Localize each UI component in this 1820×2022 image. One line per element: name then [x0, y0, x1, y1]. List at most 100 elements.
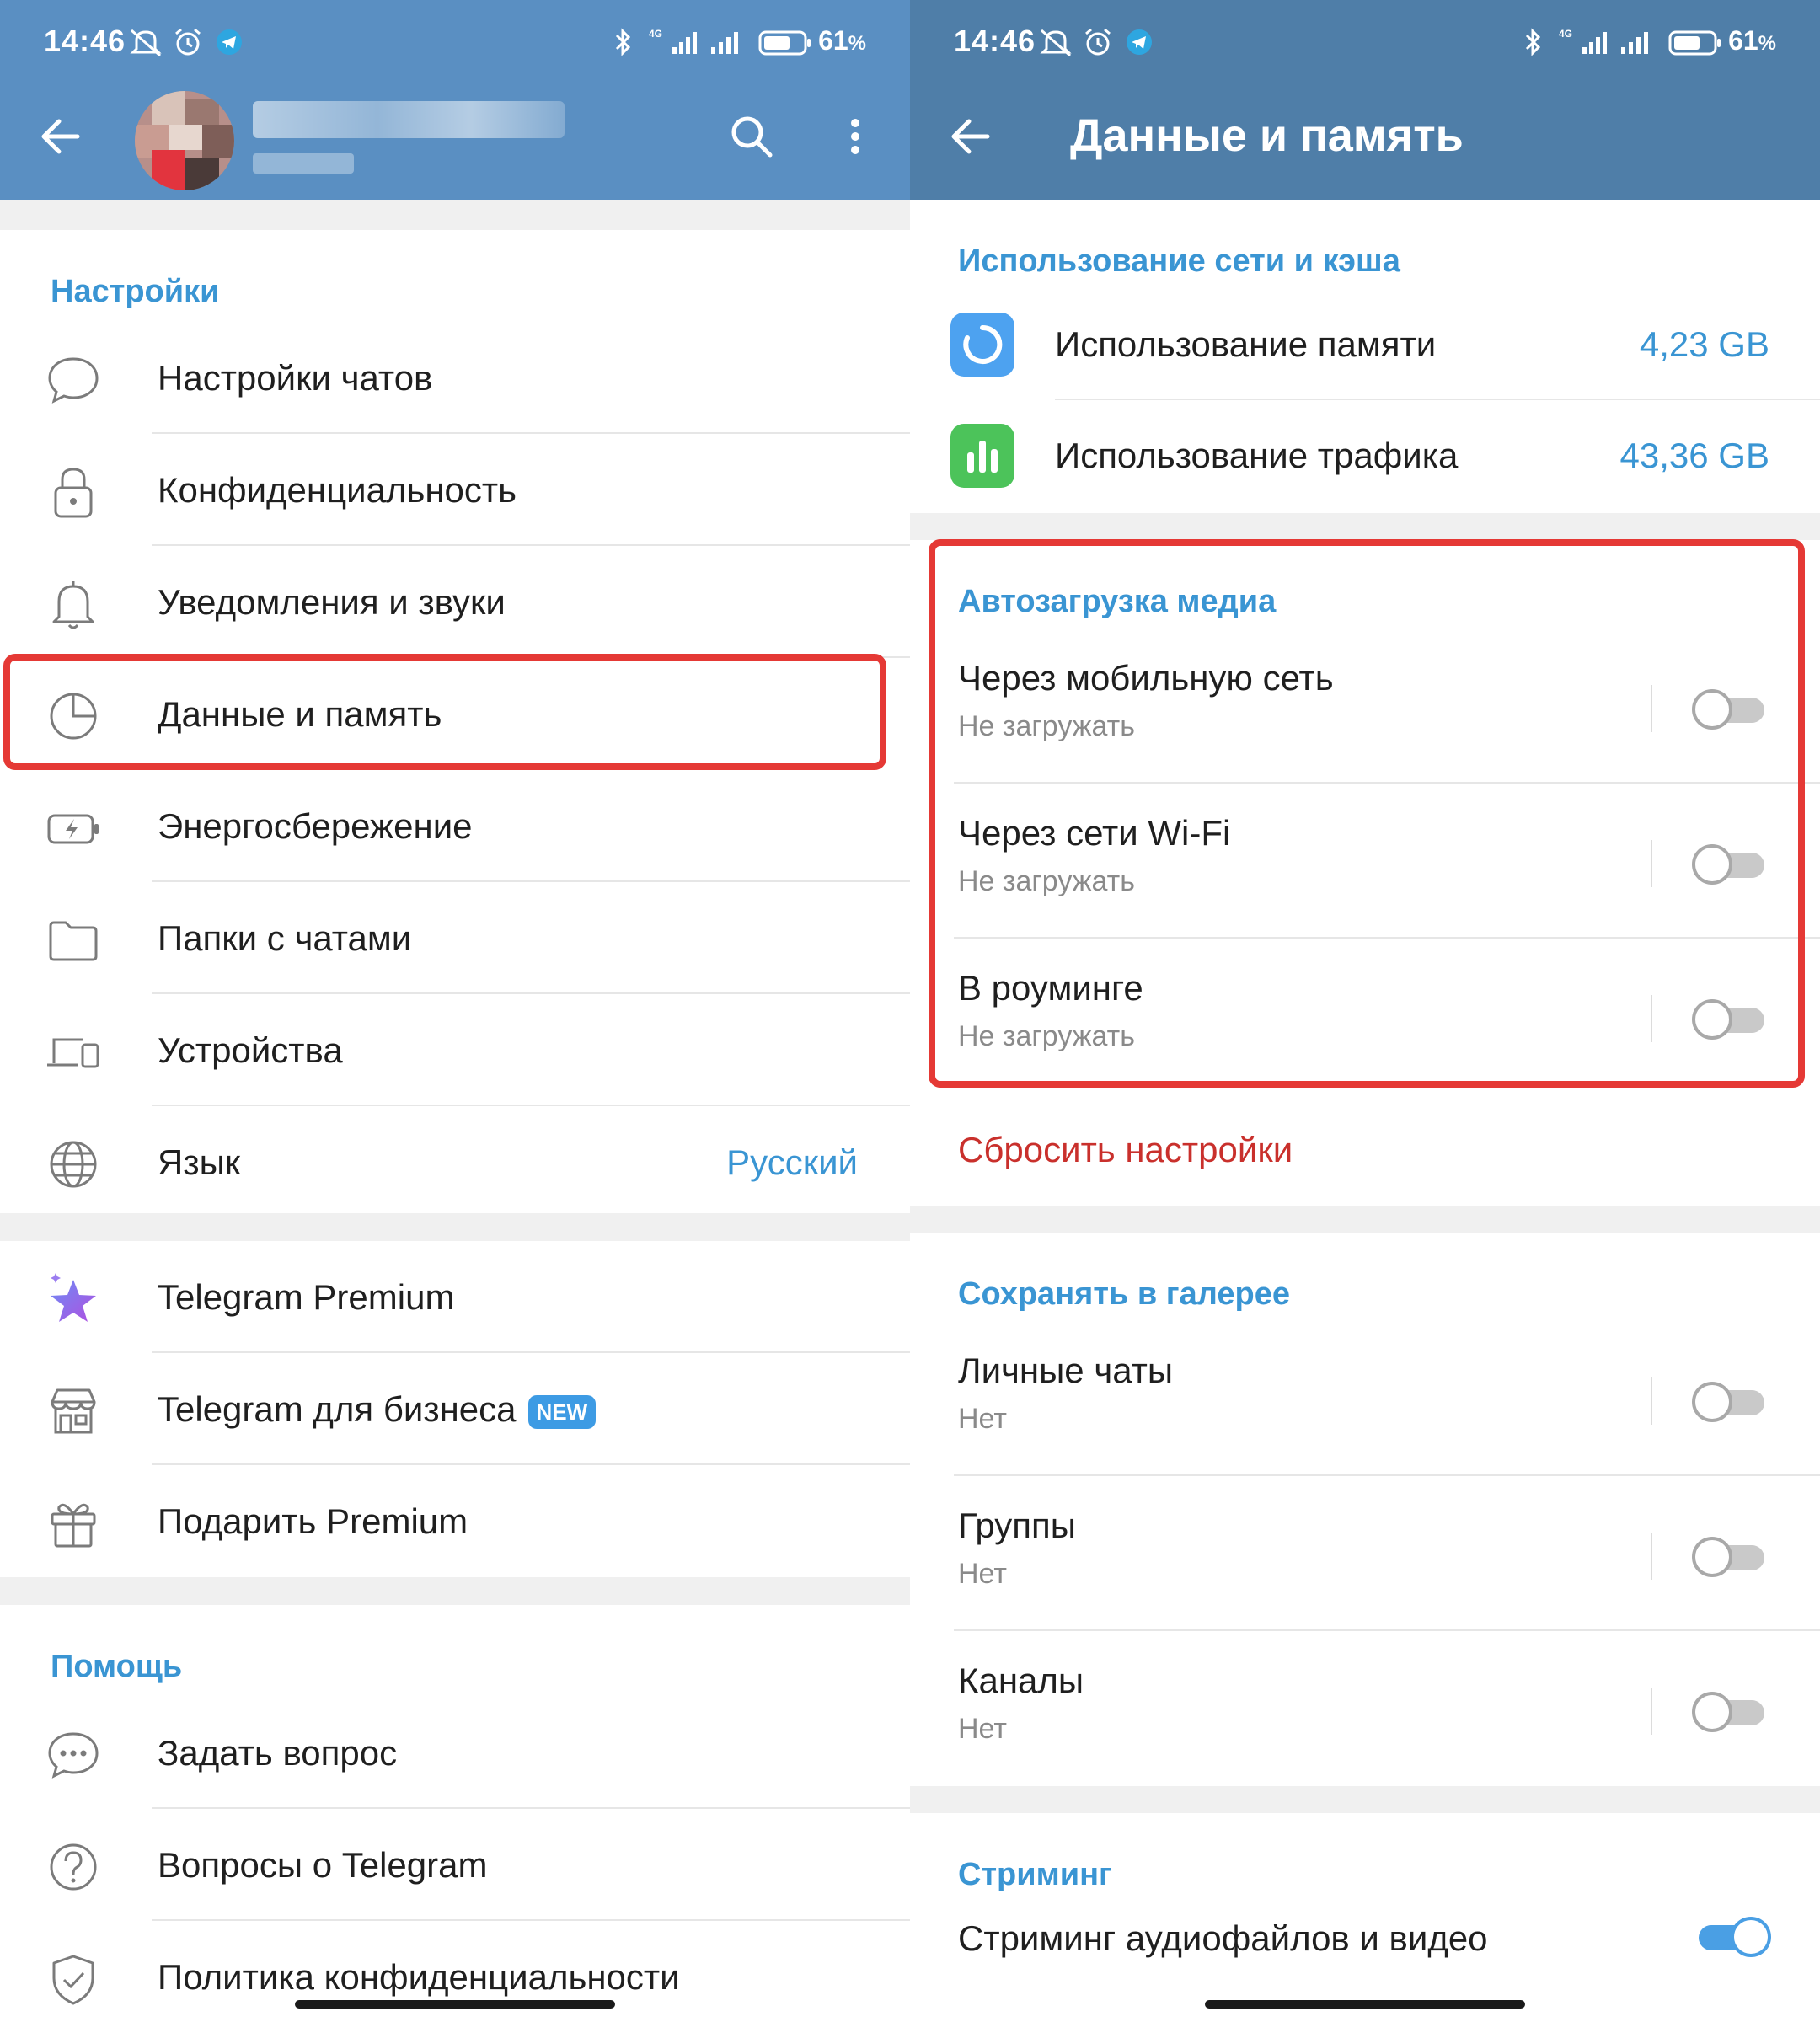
- gallery-channels-status: Нет: [958, 1713, 1007, 1745]
- signal-4g-icon: 4G: [649, 28, 697, 54]
- gallery-channels-label: Каналы: [958, 1661, 1084, 1700]
- new-badge: NEW: [527, 1394, 597, 1429]
- settings-item-telegram-premium[interactable]: Telegram Premium: [0, 1241, 910, 1353]
- chat-bubble-icon: [48, 357, 99, 404]
- section-title-network: Использование сети и кэша: [958, 243, 1400, 279]
- settings-item-label: Подарить Premium: [158, 1501, 468, 1541]
- battery-icon: [758, 30, 811, 56]
- gallery-private-row[interactable]: Личные чаты Нет: [910, 1321, 1820, 1476]
- battery-icon: [1668, 30, 1721, 56]
- settings-item-label: Telegram Premium: [158, 1277, 455, 1317]
- home-indicator[interactable]: [295, 2000, 615, 2009]
- premium-card: Telegram Premium Telegram для бизнеса NEW: [0, 1241, 910, 1577]
- bell-icon: [52, 581, 94, 629]
- settings-item-label: Уведомления и звуки: [158, 582, 506, 622]
- data-storage-header: 14:46 4G 61% Данные и память: [910, 0, 1820, 200]
- settings-item-chat[interactable]: Настройки чатов: [0, 322, 910, 434]
- gallery-channels-row[interactable]: Каналы Нет: [910, 1631, 1820, 1786]
- reset-settings-button[interactable]: Сбросить настройки: [958, 1130, 1293, 1170]
- gallery-groups-toggle[interactable]: [1692, 1537, 1769, 1577]
- signal-4g-icon: 4G: [1559, 28, 1607, 54]
- bluetooth-icon: [1525, 28, 1541, 56]
- section-title-gallery: Сохранять в галерее: [958, 1276, 1290, 1312]
- shield-check-icon: [52, 1955, 94, 2005]
- help-item-label: Вопросы о Telegram: [158, 1845, 488, 1885]
- dnd-off-icon: [1040, 29, 1072, 57]
- settings-item-privacy[interactable]: Конфиденциальность: [0, 434, 910, 546]
- telegram-icon: [1127, 29, 1152, 55]
- gallery-private-toggle[interactable]: [1692, 1382, 1769, 1422]
- battery-percent-sign: %: [848, 32, 866, 55]
- settings-item-label: Энергосбережение: [158, 806, 473, 846]
- help-item-ask-question[interactable]: Задать вопрос: [0, 1697, 910, 1809]
- battery-percent: 61%: [818, 25, 866, 56]
- settings-item-label: Устройства: [158, 1030, 343, 1070]
- avatar-pixelated-image: [135, 91, 234, 190]
- bar-chart-icon: [950, 424, 1014, 488]
- battery-percent: 61%: [1728, 25, 1776, 56]
- page-title: Данные и память: [1070, 110, 1464, 161]
- question-circle-icon: [50, 1843, 97, 1891]
- network-label: 4G: [649, 28, 662, 40]
- profile-status-redacted: [253, 153, 354, 174]
- traffic-usage-value: 43,36 GB: [1619, 436, 1769, 475]
- highlight-data-storage: [3, 654, 886, 770]
- help-card: Помощь Задать вопрос Вопросы о Telegram: [0, 1605, 910, 2022]
- signal-icon: [1621, 32, 1648, 54]
- help-item-label: Задать вопрос: [158, 1733, 398, 1773]
- storage-usage-label: Использование памяти: [1055, 324, 1437, 364]
- lock-icon: [54, 468, 93, 518]
- avatar[interactable]: [135, 91, 234, 190]
- gallery-groups-label: Группы: [958, 1506, 1076, 1545]
- settings-item-label: Папки с чатами: [158, 918, 412, 958]
- settings-item-label: Настройки чатов: [158, 358, 433, 398]
- streaming-label: Стриминг аудиофайлов и видео: [958, 1918, 1488, 1958]
- network-usage-card: Использование сети и кэша Использование …: [910, 200, 1820, 513]
- gift-icon: [51, 1503, 96, 1548]
- save-gallery-card: Сохранять в галерее Личные чаты Нет Груп…: [910, 1233, 1820, 1786]
- settings-item-language[interactable]: Язык Русский: [0, 1106, 910, 1218]
- back-button[interactable]: [944, 110, 998, 163]
- settings-item-label: Telegram для бизнеса NEW: [158, 1353, 597, 1465]
- gallery-groups-row[interactable]: Группы Нет: [910, 1476, 1820, 1631]
- settings-item-telegram-business[interactable]: Telegram для бизнеса NEW: [0, 1353, 910, 1465]
- highlight-autodownload: [929, 539, 1805, 1088]
- settings-header: 14:46 4G 61%: [0, 0, 910, 200]
- traffic-usage-row[interactable]: Использование трафика 43,36 GB: [910, 400, 1820, 511]
- folder-icon: [49, 921, 98, 961]
- gallery-groups-status: Нет: [958, 1558, 1007, 1590]
- more-vertical-icon[interactable]: [834, 110, 876, 163]
- gallery-private-status: Нет: [958, 1403, 1007, 1435]
- data-storage-screen: 14:46 4G 61% Данные и память Использован…: [910, 0, 1820, 2022]
- settings-item-devices[interactable]: Устройства: [0, 994, 910, 1106]
- help-item-faq[interactable]: Вопросы о Telegram: [0, 1809, 910, 1921]
- section-title-help: Помощь: [51, 1649, 183, 1684]
- network-label: 4G: [1559, 28, 1572, 40]
- battery-percent-value: 61: [1728, 25, 1758, 56]
- streaming-row[interactable]: Стриминг аудиофайлов и видео: [910, 1902, 1820, 2003]
- settings-item-notifications[interactable]: Уведомления и звуки: [0, 546, 910, 658]
- status-time: 14:46: [954, 24, 1036, 58]
- streaming-toggle[interactable]: [1694, 1917, 1771, 1957]
- battery-percent-value: 61: [818, 25, 848, 56]
- row-separator: [1651, 1377, 1652, 1425]
- status-bar: 14:46 4G 61%: [910, 0, 1820, 84]
- section-title-settings: Настройки: [51, 274, 220, 309]
- settings-item-folders[interactable]: Папки с чатами: [0, 882, 910, 994]
- bluetooth-icon: [615, 28, 631, 56]
- settings-item-power-saving[interactable]: Энергосбережение: [0, 770, 910, 882]
- comparison-frame: 14:46 4G 61% Настройки Настройки чатов К…: [0, 0, 1820, 2022]
- gallery-private-label: Личные чаты: [958, 1351, 1174, 1390]
- back-button[interactable]: [34, 110, 88, 163]
- home-indicator[interactable]: [1205, 2000, 1525, 2009]
- telegram-icon: [217, 29, 242, 55]
- search-icon[interactable]: [725, 110, 779, 163]
- storage-usage-row[interactable]: Использование памяти 4,23 GB: [910, 289, 1820, 400]
- business-label-text: Telegram для бизнеса: [158, 1389, 517, 1429]
- signal-icon: [711, 32, 738, 54]
- storage-usage-value: 4,23 GB: [1639, 324, 1769, 364]
- settings-item-gift-premium[interactable]: Подарить Premium: [0, 1465, 910, 1577]
- status-time: 14:46: [44, 24, 126, 58]
- settings-item-label: Язык: [158, 1142, 241, 1182]
- gallery-channels-toggle[interactable]: [1692, 1692, 1769, 1732]
